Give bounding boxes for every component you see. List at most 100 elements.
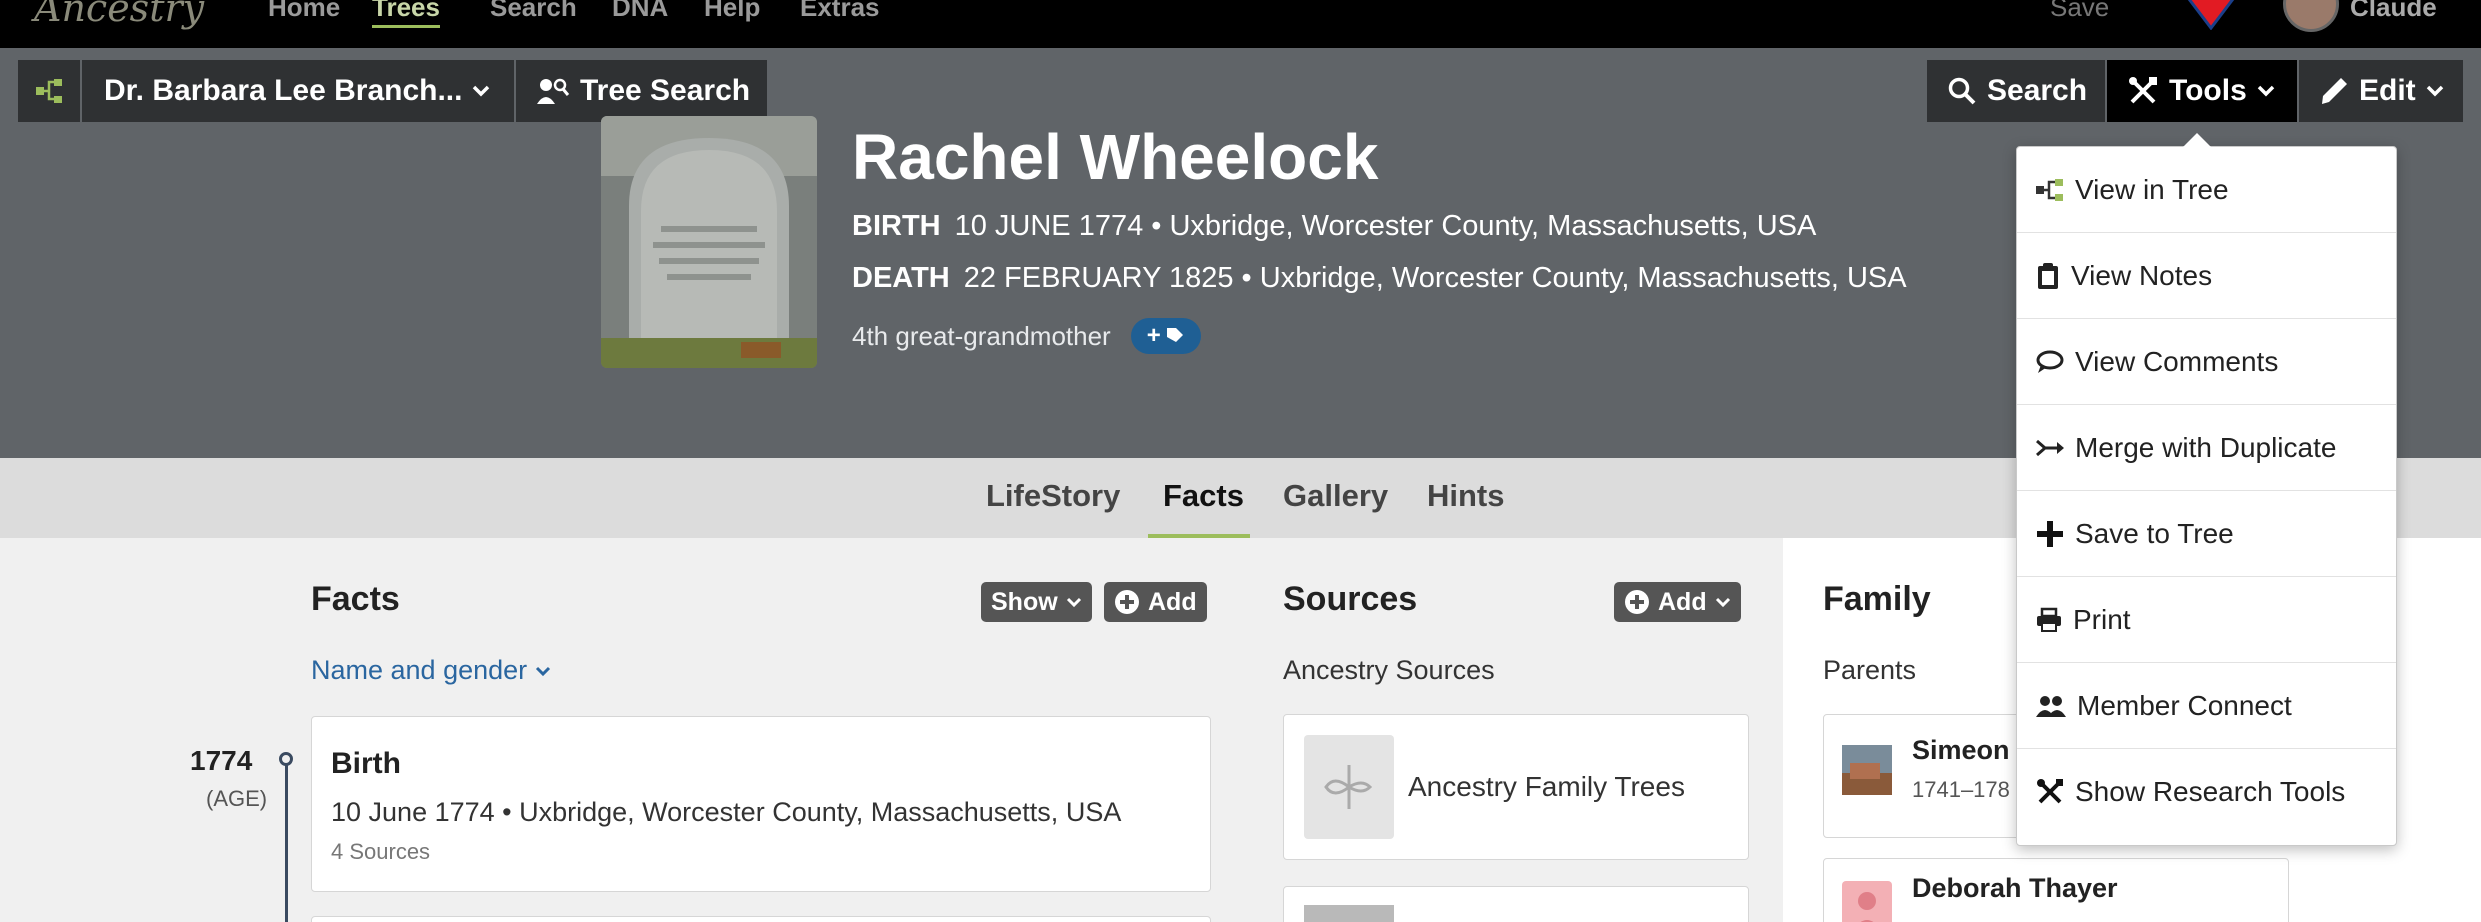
fact-sources[interactable]: 4 Sources bbox=[331, 839, 430, 865]
tools-dropdown-menu: View in Tree View Notes View Comments Me… bbox=[2016, 133, 2397, 846]
tools-label: Tools bbox=[2169, 74, 2247, 107]
mother-name: Deborah Thayer bbox=[1912, 873, 2118, 903]
father-dates: 1741–178 bbox=[1912, 777, 2010, 802]
menu-item-member-connect[interactable]: Member Connect bbox=[2017, 663, 2396, 749]
timeline-dot bbox=[279, 752, 293, 766]
menu-caret bbox=[2183, 133, 2211, 147]
nav-help[interactable]: Help bbox=[704, 0, 760, 23]
gravestone-image bbox=[601, 116, 817, 368]
nav-extras[interactable]: Extras bbox=[800, 0, 880, 23]
nav-trees[interactable]: Trees bbox=[372, 0, 440, 28]
menu-item-label: View Comments bbox=[2075, 345, 2279, 377]
nav-save[interactable]: Save bbox=[2050, 0, 2109, 23]
tab-hints[interactable]: Hints bbox=[1427, 478, 1505, 514]
pencil-icon bbox=[2322, 78, 2347, 104]
tab-lifestory[interactable]: LifeStory bbox=[986, 478, 1120, 514]
menu-item-view-comments[interactable]: View Comments bbox=[2017, 319, 2396, 405]
avatar[interactable] bbox=[2283, 0, 2339, 32]
nav-search[interactable]: Search bbox=[490, 0, 577, 23]
source-card[interactable] bbox=[1283, 886, 1749, 922]
tree-view-button[interactable] bbox=[18, 60, 80, 122]
death-summary: DEATH 22 FEBRUARY 1825 • Uxbridge, Worces… bbox=[852, 262, 1907, 295]
fact-age: (AGE) bbox=[206, 786, 268, 811]
person-photo[interactable] bbox=[601, 116, 817, 368]
comment-icon bbox=[2036, 350, 2064, 373]
birth-fact-card[interactable]: Birth 10 June 1774 • Uxbridge, Worcester… bbox=[311, 716, 1211, 892]
sources-subtitle: Ancestry Sources bbox=[1283, 655, 1495, 685]
menu-item-label: Member Connect bbox=[2077, 689, 2292, 721]
fact-year: 1774 bbox=[190, 745, 253, 776]
source-thumbnail bbox=[1304, 905, 1394, 922]
ancestry-logo[interactable]: Ancestry bbox=[34, 0, 204, 30]
tab-facts[interactable]: Facts bbox=[1163, 478, 1244, 514]
tree-icon bbox=[2036, 178, 2063, 201]
menu-item-label: Save to Tree bbox=[2075, 517, 2234, 549]
menu-item-show-research-tools[interactable]: Show Research Tools bbox=[2017, 749, 2396, 835]
facts-add-button[interactable]: Add bbox=[1104, 582, 1207, 622]
source-card[interactable]: Ancestry Family Trees bbox=[1283, 714, 1749, 860]
red-arrow-annotation bbox=[2187, 0, 2235, 30]
facts-title: Facts bbox=[311, 580, 400, 618]
user-name[interactable]: Claude bbox=[2350, 0, 2437, 23]
plus-icon bbox=[2037, 520, 2063, 547]
next-fact-card[interactable] bbox=[311, 916, 1211, 922]
father-name: Simeon bbox=[1912, 735, 2010, 765]
tree-search-button[interactable]: Tree Search bbox=[516, 60, 767, 122]
menu-item-label: Merge with Duplicate bbox=[2075, 431, 2337, 463]
search-icon bbox=[1948, 77, 1976, 105]
menu-item-print[interactable]: Print bbox=[2017, 577, 2396, 663]
menu-item-view-notes[interactable]: View Notes bbox=[2017, 233, 2396, 319]
death-label: DEATH bbox=[852, 262, 950, 294]
family-title: Family bbox=[1823, 580, 1931, 618]
person-name: Rachel Wheelock bbox=[852, 121, 1379, 193]
death-value: 22 FEBRUARY 1825 • Uxbridge, Worcester C… bbox=[963, 262, 1907, 294]
person-search-icon bbox=[537, 78, 570, 104]
name-gender-label: Name and gender bbox=[311, 655, 528, 685]
relationship-label: 4th great-grandmother bbox=[852, 320, 1111, 351]
father-photo bbox=[1842, 745, 1892, 795]
chevron-down-icon bbox=[1715, 597, 1730, 608]
name-gender-toggle[interactable]: Name and gender bbox=[311, 655, 551, 686]
sources-add-label: Add bbox=[1658, 587, 1707, 616]
birth-summary: BIRTH 10 JUNE 1774 • Uxbridge, Worcester … bbox=[852, 210, 1816, 243]
birth-value: 10 JUNE 1774 • Uxbridge, Worcester Count… bbox=[954, 210, 1817, 242]
relationship-row: 4th great-grandmother + bbox=[852, 318, 1201, 354]
facts-show-button[interactable]: Show bbox=[981, 582, 1092, 622]
sources-add-button[interactable]: Add bbox=[1614, 582, 1741, 622]
search-button[interactable]: Search bbox=[1927, 60, 2105, 122]
tools-icon bbox=[2037, 779, 2063, 804]
nav-home[interactable]: Home bbox=[268, 0, 340, 23]
chevron-down-icon bbox=[473, 85, 490, 97]
tab-gallery[interactable]: Gallery bbox=[1283, 478, 1388, 514]
menu-item-label: Show Research Tools bbox=[2075, 776, 2346, 807]
tools-button[interactable]: Tools bbox=[2107, 60, 2297, 122]
fact-detail: 10 June 1774 • Uxbridge, Worcester Count… bbox=[331, 797, 1122, 827]
leaf-icon bbox=[1324, 765, 1373, 809]
mother-card[interactable]: Deborah Thayer bbox=[1823, 858, 2289, 922]
sources-title: Sources bbox=[1283, 580, 1418, 618]
tag-icon bbox=[1166, 328, 1183, 342]
chevron-down-icon bbox=[2257, 85, 2275, 97]
merge-icon bbox=[2036, 439, 2064, 456]
menu-item-label: Print bbox=[2073, 603, 2131, 635]
fact-title: Birth bbox=[331, 747, 401, 780]
add-tag-button[interactable]: + bbox=[1130, 318, 1201, 354]
menu-item-label: View Notes bbox=[2071, 259, 2213, 291]
source-thumbnail bbox=[1304, 735, 1394, 839]
menu-item-save-to-tree[interactable]: Save to Tree bbox=[2017, 491, 2396, 577]
edit-button[interactable]: Edit bbox=[2299, 60, 2463, 122]
tree-selector-button[interactable]: Dr. Barbara Lee Branch... bbox=[82, 60, 514, 122]
chevron-down-icon bbox=[1066, 597, 1081, 608]
chevron-down-icon bbox=[536, 666, 551, 676]
edit-label: Edit bbox=[2359, 74, 2416, 107]
menu-item-merge-duplicate[interactable]: Merge with Duplicate bbox=[2017, 405, 2396, 491]
show-label: Show bbox=[991, 587, 1058, 616]
tree-name: Dr. Barbara Lee Branch... bbox=[104, 74, 463, 107]
parents-label: Parents bbox=[1823, 655, 1917, 685]
print-icon bbox=[2037, 607, 2061, 632]
nav-dna[interactable]: DNA bbox=[612, 0, 668, 23]
birth-label: BIRTH bbox=[852, 210, 941, 242]
menu-item-view-in-tree[interactable]: View in Tree bbox=[2017, 147, 2396, 233]
source-title: Ancestry Family Trees bbox=[1408, 771, 1685, 802]
plus-circle-icon bbox=[1625, 590, 1649, 614]
